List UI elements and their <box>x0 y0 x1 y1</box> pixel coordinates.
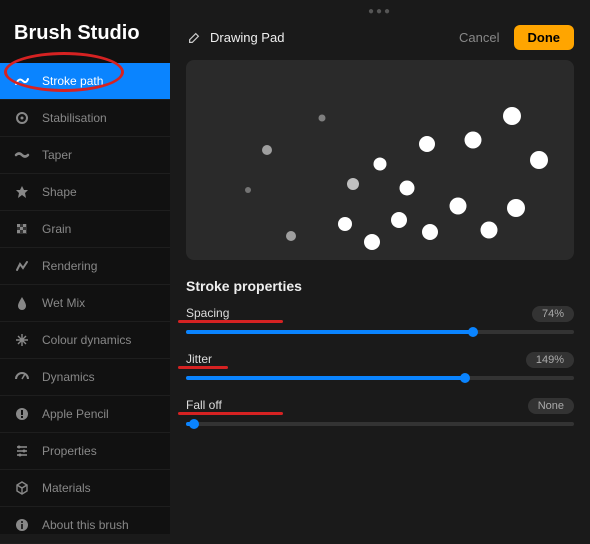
sidebar-item-shape[interactable]: Shape <box>0 174 170 211</box>
brush-dot <box>245 187 251 193</box>
brush-dot <box>449 198 466 215</box>
prop-label: Spacing <box>186 306 229 322</box>
property-jitter: Jitter 149% <box>186 352 574 380</box>
sidebar-item-label: Grain <box>42 222 71 236</box>
sidebar-item-label: Colour dynamics <box>42 333 131 347</box>
colour-dynamics-icon <box>14 332 30 348</box>
sidebar-item-rendering[interactable]: Rendering <box>0 248 170 285</box>
stroke-path-icon <box>14 73 30 89</box>
cancel-button[interactable]: Cancel <box>459 30 499 45</box>
app-title: Brush Studio <box>0 16 170 63</box>
sidebar-item-stabilisation[interactable]: Stabilisation <box>0 100 170 137</box>
brush-dot <box>318 115 325 122</box>
sidebar-item-properties[interactable]: Properties <box>0 433 170 470</box>
brush-dot <box>507 199 525 217</box>
property-falloff: Fall off None <box>186 398 574 426</box>
sidebar-item-taper[interactable]: Taper <box>0 137 170 174</box>
apple-pencil-icon <box>14 406 30 422</box>
brush-dot <box>374 158 387 171</box>
brush-dot <box>391 212 407 228</box>
sidebar-item-stroke-path[interactable]: Stroke path <box>0 63 170 100</box>
sidebar-item-label: Shape <box>42 185 77 199</box>
sidebar-item-label: Properties <box>42 444 97 458</box>
sidebar-item-dynamics[interactable]: Dynamics <box>0 359 170 396</box>
sidebar-item-label: Taper <box>42 148 72 162</box>
wet-mix-icon <box>14 295 30 311</box>
brush-dot <box>364 234 380 250</box>
brush-dot <box>286 231 296 241</box>
brush-dot <box>422 224 438 240</box>
rendering-icon <box>14 258 30 274</box>
prop-value: 74% <box>532 306 574 322</box>
sidebar-item-label: Materials <box>42 481 91 495</box>
sidebar-item-label: Dynamics <box>42 370 95 384</box>
drawing-pad-label: Drawing Pad <box>210 30 284 45</box>
sidebar-item-grain[interactable]: Grain <box>0 211 170 248</box>
sidebar-item-materials[interactable]: Materials <box>0 470 170 507</box>
grain-icon <box>14 221 30 237</box>
prop-value: 149% <box>526 352 574 368</box>
section-title: Stroke properties <box>186 278 574 294</box>
properties-icon <box>14 443 30 459</box>
drawing-pad-canvas[interactable] <box>186 60 574 260</box>
brush-dot <box>262 145 272 155</box>
sidebar-item-label: About this brush <box>42 518 129 532</box>
sidebar-item-apple-pencil[interactable]: Apple Pencil <box>0 396 170 433</box>
materials-icon <box>14 480 30 496</box>
sidebar-item-colour-dynamics[interactable]: Colour dynamics <box>0 322 170 359</box>
brush-dot <box>347 178 359 190</box>
brush-dot <box>400 181 415 196</box>
spacing-slider[interactable] <box>186 330 574 334</box>
shape-icon <box>14 184 30 200</box>
edit-icon <box>186 30 202 46</box>
prop-label: Fall off <box>186 398 222 414</box>
brush-dot <box>530 151 548 169</box>
brush-dot <box>338 217 352 231</box>
brush-dot <box>503 107 521 125</box>
info-icon <box>14 517 30 533</box>
sidebar-item-wet-mix[interactable]: Wet Mix <box>0 285 170 322</box>
prop-label: Jitter <box>186 352 212 368</box>
sidebar-item-label: Wet Mix <box>42 296 85 310</box>
header: Drawing Pad Cancel Done <box>186 21 574 60</box>
sidebar-item-about[interactable]: About this brush <box>0 507 170 544</box>
main-panel: ●●● Drawing Pad Cancel Done Stroke prope… <box>170 0 590 534</box>
sidebar-item-label: Stroke path <box>42 74 103 88</box>
sidebar: Brush Studio Stroke path Stabilisation T… <box>0 0 170 534</box>
sidebar-item-label: Stabilisation <box>42 111 107 125</box>
taper-icon <box>14 147 30 163</box>
dynamics-icon <box>14 369 30 385</box>
stabilisation-icon <box>14 110 30 126</box>
brush-dot <box>480 222 497 239</box>
brush-dot <box>465 132 482 149</box>
sidebar-item-label: Rendering <box>42 259 97 273</box>
sidebar-item-label: Apple Pencil <box>42 407 109 421</box>
falloff-slider[interactable] <box>186 422 574 426</box>
done-button[interactable]: Done <box>514 25 575 50</box>
prop-value: None <box>528 398 574 414</box>
jitter-slider[interactable] <box>186 376 574 380</box>
drag-handle-icon[interactable]: ●●● <box>368 0 392 21</box>
brush-dot <box>419 136 435 152</box>
property-spacing: Spacing 74% <box>186 306 574 334</box>
drawing-pad-title: Drawing Pad <box>186 30 284 46</box>
